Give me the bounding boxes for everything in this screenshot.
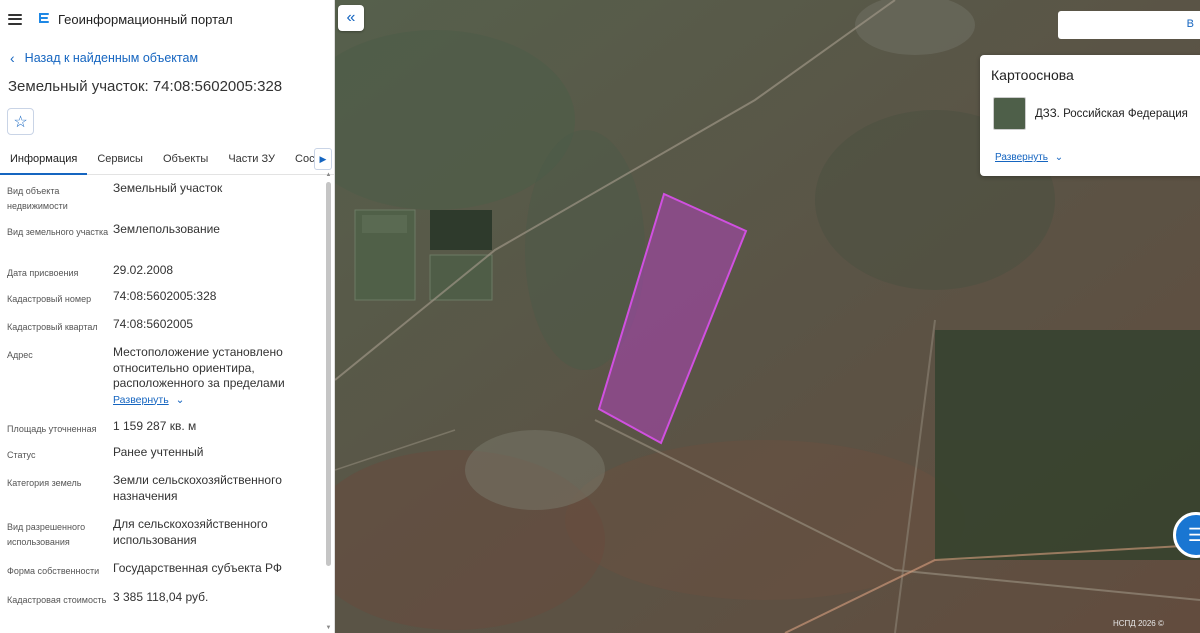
address-expand-link[interactable]: Развернуть ⌄ (113, 393, 322, 409)
chevron-down-icon: ⌄ (1054, 152, 1064, 163)
info-panel: Геоинформационный портал ‹ Назад к найде… (0, 0, 335, 633)
tabs-scroll-right-button[interactable]: ▶ (314, 148, 332, 170)
basemap-expand-label: Развернуть (995, 152, 1049, 163)
attribute-value: Земельный участок (113, 181, 223, 195)
attribute-value: Для сельскохозяйственного использования (113, 517, 268, 547)
attribute-row: Статус Ранее учтенный (0, 445, 322, 473)
app-title: Геоинформационный портал (58, 11, 233, 27)
basemap-thumbnail (993, 97, 1026, 130)
chevron-left-icon: ‹ (10, 50, 15, 66)
map-view[interactable]: « В Картооснова ДЗЗ. Российская Федераци… (335, 0, 1200, 633)
chevron-down-icon: ⌄ (175, 393, 185, 406)
tab-bar: Информация Сервисы Объекты Части ЗУ Сост… (0, 145, 334, 175)
collapse-panel-button[interactable]: « (338, 5, 364, 31)
attribute-row: Кадастровая стоимость 3 385 118,04 руб. (0, 590, 322, 624)
panel-scrollbar[interactable]: ▲ ▼ (324, 172, 333, 633)
tab-objects[interactable]: Объекты (153, 145, 218, 175)
attribute-row: Адрес Местоположение установлено относит… (0, 345, 322, 419)
tab-information[interactable]: Информация (0, 145, 88, 175)
attribute-label: Площадь уточненная (7, 424, 97, 434)
attribute-row: Форма собственности Государственная субъ… (0, 561, 322, 590)
attribute-row: Категория земель Земли сельскохозяйствен… (0, 473, 322, 517)
attribute-label: Форма собственности (7, 566, 100, 576)
attribute-row: Вид объекта недвижимости Земельный участ… (0, 181, 322, 222)
map-search-box[interactable]: В (1058, 11, 1200, 39)
attribute-value: Земли сельскохозяйственного назначения (113, 473, 282, 503)
attribute-value: 1 159 287 кв. м (113, 419, 197, 433)
attributes-list: Вид объекта недвижимости Земельный участ… (0, 181, 322, 624)
top-bar: Геоинформационный портал (0, 0, 334, 38)
address-expand-label: Развернуть (113, 393, 169, 406)
scroll-up-icon[interactable]: ▲ (325, 172, 332, 178)
menu-icon[interactable] (8, 13, 22, 25)
attribute-row: Площадь уточненная 1 159 287 кв. м (0, 419, 322, 445)
attribute-row: Кадастровый номер 74:08:5602005:328 (0, 289, 322, 317)
back-link[interactable]: ‹ Назад к найденным объектам (0, 38, 334, 78)
attribute-label: Адрес (7, 350, 33, 360)
attribute-label: Кадастровый квартал (7, 322, 98, 332)
basemap-expand-link[interactable]: Развернуть ⌄ (995, 152, 1063, 163)
scrollbar-thumb[interactable] (326, 182, 331, 566)
tab-land-parts[interactable]: Части ЗУ (218, 145, 285, 175)
map-copyright: НСПД 2026 © (1113, 619, 1164, 628)
back-link-label: Назад к найденным объектам (24, 51, 199, 65)
attribute-row: Вид разрешенного использования Для сельс… (0, 517, 322, 561)
basemap-title: Картооснова (991, 67, 1074, 83)
chevron-right-icon: ▶ (319, 153, 327, 164)
favorite-button[interactable]: ☆ (7, 108, 34, 135)
attribute-value: 29.02.2008 (113, 263, 174, 277)
double-chevron-left-icon: « (346, 9, 356, 26)
scroll-down-icon[interactable]: ▼ (325, 625, 332, 631)
star-icon: ☆ (13, 113, 28, 131)
attribute-row: Дата присвоения 29.02.2008 (0, 263, 322, 289)
basemap-layer-item[interactable]: ДЗЗ. Российская Федерация (993, 97, 1188, 130)
attribute-row: Вид земельного участка Землепользование (0, 222, 322, 263)
tab-services[interactable]: Сервисы (87, 145, 153, 175)
address-value: Местоположение установлено относительно … (113, 345, 285, 390)
attribute-value: 74:08:5602005 (113, 317, 194, 331)
attribute-value-wrap: Местоположение установлено относительно … (113, 345, 322, 419)
basemap-layer-label: ДЗЗ. Российская Федерация (1035, 107, 1188, 120)
attribute-value: Ранее учтенный (113, 445, 204, 459)
attribute-label: Статус (7, 450, 36, 460)
attribute-value: 74:08:5602005:328 (113, 289, 217, 303)
attribute-label: Дата присвоения (7, 268, 79, 278)
attribute-label: Категория земель (7, 478, 82, 488)
chat-icon: ☰ (1187, 524, 1200, 545)
attribute-label: Кадастровый номер (7, 294, 92, 304)
attribute-label: Кадастровая стоимость (7, 595, 107, 605)
basemap-panel: Картооснова ДЗЗ. Российская Федерация Ра… (980, 55, 1200, 176)
object-title: Земельный участок: 74:08:5602005:328 (8, 78, 283, 95)
search-partial-text: В (1186, 18, 1194, 30)
attribute-label: Вид объекта недвижимости (7, 186, 68, 211)
attribute-row: Кадастровый квартал 74:08:5602005 (0, 317, 322, 345)
attribute-value: Государственная субъекта РФ (113, 561, 283, 575)
attribute-label: Вид земельного участка (7, 227, 109, 237)
attribute-value: Землепользование (113, 222, 220, 236)
attribute-label: Вид разрешенного использования (7, 522, 86, 547)
attribute-value: 3 385 118,04 руб. (113, 590, 209, 604)
portal-logo-icon (39, 13, 49, 23)
